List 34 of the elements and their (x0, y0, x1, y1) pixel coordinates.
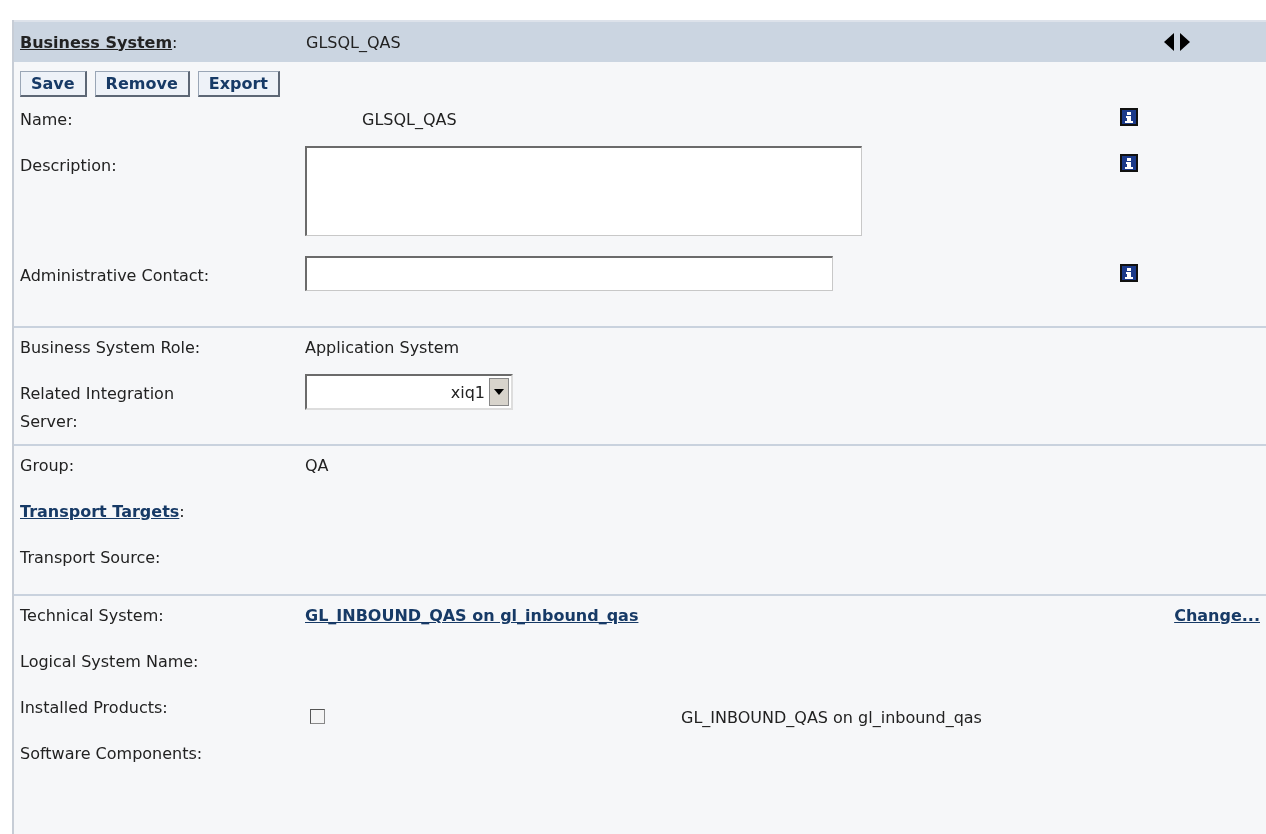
field-value: QA (305, 455, 330, 477)
field-label: Technical System: (20, 605, 165, 627)
info-icon[interactable] (1120, 154, 1138, 172)
product-name: GL_INBOUND_QAS on gl_inbound_qas (681, 707, 982, 729)
toolbar-button[interactable]: Export (197, 71, 280, 97)
field-label: Administrative Contact: (20, 265, 211, 287)
description-field[interactable] (305, 146, 862, 236)
checkbox[interactable] (310, 708, 325, 724)
field-label: Transport Source: (20, 547, 162, 569)
previous-icon[interactable] (1164, 33, 1174, 51)
field-label: Installed Products: (20, 697, 169, 719)
technical-system-link[interactable]: GL_INBOUND_QAS on gl_inbound_qas (305, 606, 639, 625)
toolbar-button[interactable]: Remove (94, 71, 190, 97)
header-label: Business System: (20, 32, 179, 52)
field-label: Related Integration Server: (20, 383, 175, 433)
header-value: GLSQL_QAS (306, 32, 402, 52)
name-value: GLSQL_QAS (361, 109, 458, 131)
field-label: Description: (20, 155, 118, 177)
info-icon[interactable] (1120, 108, 1138, 126)
field-label: Software Components: (20, 743, 204, 765)
field-label: Name: (20, 109, 74, 131)
info-icon[interactable] (1120, 264, 1138, 282)
next-icon[interactable] (1180, 33, 1190, 51)
change-link[interactable]: Change... (1174, 602, 1260, 630)
field-label: Group: (20, 455, 76, 477)
transport-targets-link[interactable]: Transport Targets (20, 498, 180, 526)
field-label: Business System Role: (20, 337, 202, 359)
field-value: Application System (305, 337, 461, 359)
toolbar-button[interactable]: Save (20, 71, 87, 97)
field-label: Logical System Name: (20, 651, 200, 673)
caret-icon (494, 389, 504, 395)
contact-field[interactable] (305, 256, 833, 291)
server-dropdown[interactable]: xiq1 (305, 374, 513, 410)
field-label: : (179, 501, 185, 523)
